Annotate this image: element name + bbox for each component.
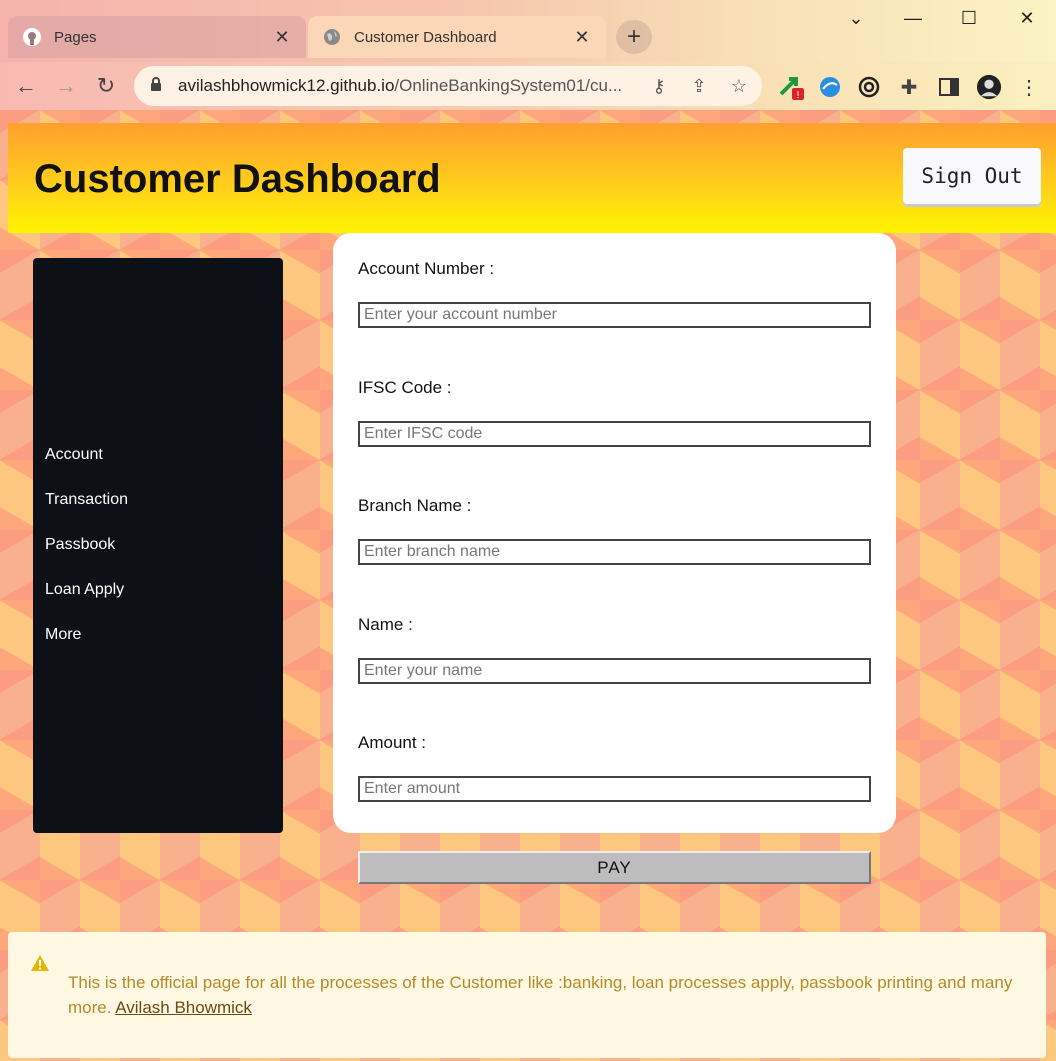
sidebar-item-loan-apply[interactable]: Loan Apply (45, 581, 124, 599)
pay-button[interactable]: PAY (358, 851, 871, 884)
close-icon[interactable]: ✕ (272, 27, 292, 48)
new-tab-button[interactable]: + (616, 20, 652, 54)
sign-out-button[interactable]: Sign Out (903, 148, 1041, 204)
transfer-form-card: Account Number : IFSC Code : Branch Name… (333, 233, 896, 833)
side-panel-icon[interactable] (936, 74, 962, 100)
url-text: avilashbhowmick12.github.io/OnlineBankin… (178, 76, 623, 95)
globe-icon (322, 27, 342, 47)
extension-link-icon[interactable] (856, 74, 882, 100)
reload-icon[interactable]: ↻ (92, 72, 120, 100)
close-icon[interactable]: ✕ (572, 27, 592, 48)
page-title: Customer Dashboard (34, 157, 441, 201)
amount-input[interactable] (358, 776, 871, 802)
warning-icon (30, 954, 50, 972)
sidebar-item-more[interactable]: More (45, 626, 81, 644)
dashboard-header: Customer Dashboard Sign Out (8, 123, 1056, 233)
tab-label: Pages (54, 28, 97, 46)
notice-message: This is the official page for all the pr… (68, 973, 1013, 1017)
info-notice: This is the official page for all the pr… (8, 932, 1046, 1058)
branch-name-label: Branch Name : (358, 496, 472, 515)
address-bar[interactable]: avilashbhowmick12.github.io/OnlineBankin… (134, 66, 762, 106)
share-icon[interactable]: ⇪ (688, 76, 710, 97)
tab-search-icon[interactable]: ⌄ (841, 8, 871, 29)
sidebar-item-account[interactable]: Account (45, 446, 103, 464)
name-label: Name : (358, 615, 413, 634)
avatar[interactable] (976, 74, 1002, 100)
amount-label: Amount : (358, 733, 427, 752)
browser-tab-bar: Pages ✕ Customer Dashboard ✕ + ⌄ — ☐ ✕ (0, 0, 1056, 62)
menu-icon[interactable]: ⋮ (1016, 74, 1042, 100)
github-icon (22, 27, 42, 47)
back-icon[interactable]: ← (12, 72, 40, 100)
account-number-label: Account Number : (358, 259, 495, 278)
sidebar: Account Transaction Passbook Loan Apply … (33, 258, 283, 833)
extension-arrow-icon[interactable]: ! (778, 74, 804, 100)
svg-text:!: ! (797, 90, 800, 100)
browser-toolbar: ← → ↻ avilashbhowmick12.github.io/Online… (0, 62, 1056, 110)
minimize-icon[interactable]: — (898, 8, 928, 29)
key-icon[interactable]: ⚷ (648, 76, 670, 97)
star-icon[interactable]: ☆ (728, 76, 750, 97)
account-number-input[interactable] (358, 302, 871, 328)
ifsc-code-label: IFSC Code : (358, 378, 452, 397)
branch-name-input[interactable] (358, 539, 871, 565)
extensions-puzzle-icon[interactable]: ✚ (896, 74, 922, 100)
page-background: Customer Dashboard Sign Out Account Tran… (0, 110, 1056, 1061)
lock-icon (150, 76, 164, 96)
tab-pages[interactable]: Pages ✕ (8, 16, 306, 58)
forward-icon[interactable]: → (52, 72, 80, 100)
maximize-icon[interactable]: ☐ (954, 8, 984, 29)
ifsc-code-input[interactable] (358, 421, 871, 447)
window-close-icon[interactable]: ✕ (1012, 8, 1042, 29)
name-input[interactable] (358, 658, 871, 684)
tab-label: Customer Dashboard (354, 28, 497, 46)
sidebar-item-passbook[interactable]: Passbook (45, 536, 115, 554)
author-link[interactable]: Avilash Bhowmick (115, 998, 252, 1017)
extension-globe-icon[interactable] (817, 74, 843, 100)
tab-customer-dashboard[interactable]: Customer Dashboard ✕ (308, 16, 606, 58)
sidebar-item-transaction[interactable]: Transaction (45, 491, 128, 509)
